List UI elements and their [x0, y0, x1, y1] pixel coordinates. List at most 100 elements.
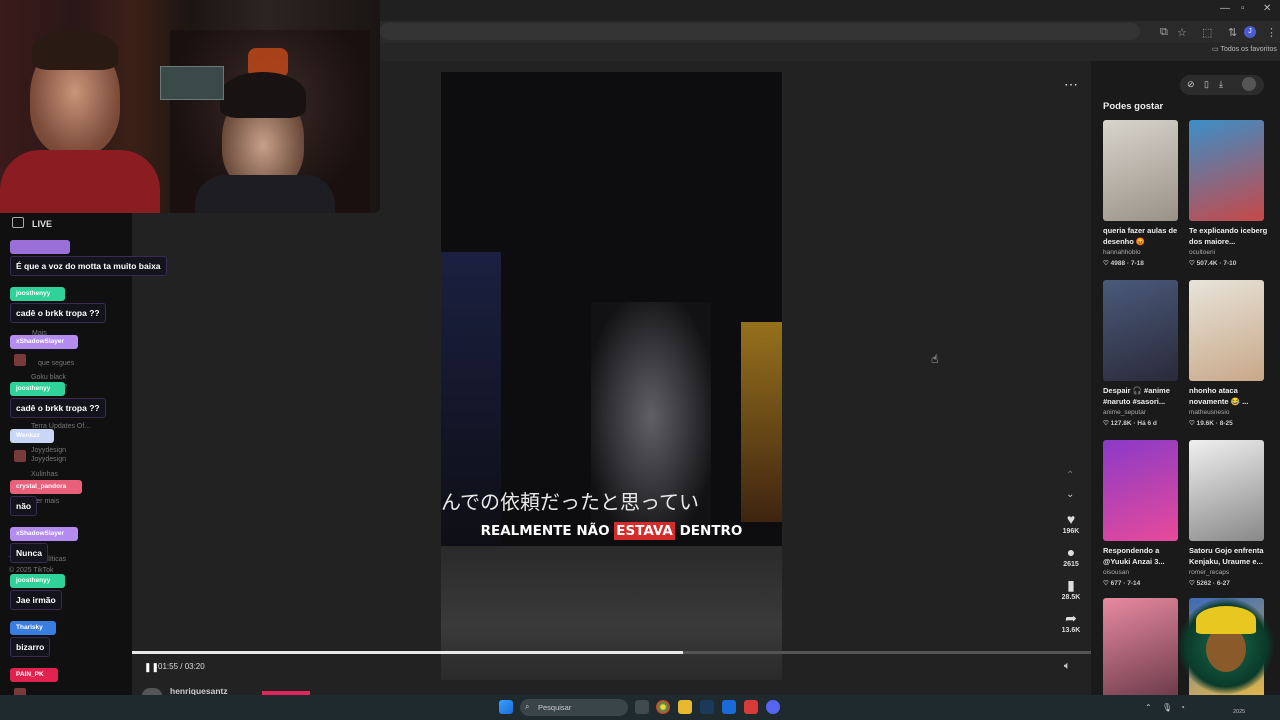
video-author[interactable]: oisousan: [1103, 569, 1129, 576]
chat-avatar: [14, 450, 26, 462]
chat-message: Nunca: [10, 543, 48, 563]
chevron-down-icon[interactable]: ⌄: [1066, 489, 1074, 500]
video-thumbnail[interactable]: [1103, 120, 1178, 221]
microphone-icon[interactable]: 🎙︎: [1162, 703, 1172, 712]
video-author[interactable]: ocultoeni: [1189, 249, 1215, 256]
download-icon[interactable]: ⤓: [1219, 79, 1223, 90]
share-icon: ➦: [1065, 610, 1077, 626]
bookmark-action[interactable]: ▮ 28.5K: [1056, 577, 1086, 602]
obs-icon[interactable]: [744, 700, 758, 714]
chevron-up-tray-icon[interactable]: ⌃: [1145, 703, 1152, 712]
video-thumbnail[interactable]: [1189, 440, 1264, 541]
video-thumbnail[interactable]: [1103, 440, 1178, 541]
chat-username: crystal_pandora: [10, 480, 82, 494]
webcam-overlay: [0, 0, 380, 213]
video-thumbnail[interactable]: [1189, 280, 1264, 381]
sidebar-item[interactable]: Goku black: [31, 374, 66, 381]
heart-action[interactable]: ♥ 196K: [1056, 511, 1086, 536]
video-player[interactable]: [441, 72, 782, 680]
subtitle-japanese: んでの依頼だったと思ってい: [441, 492, 699, 514]
network-icon[interactable]: ◔: [1180, 703, 1185, 712]
downloads-icon[interactable]: ⇅: [1228, 26, 1237, 39]
chrome-icon[interactable]: [656, 700, 670, 714]
pause-icon[interactable]: ❚❚: [144, 662, 159, 673]
chat-username: joosthenyy: [10, 382, 65, 396]
chat-username: joosthenyy: [10, 574, 65, 588]
heart-icon: ♥: [1066, 511, 1076, 527]
close-window-icon[interactable]: ✕: [1263, 3, 1271, 14]
bookmark-icon: ▮: [1067, 577, 1075, 593]
action-count: 2615: [1063, 561, 1079, 568]
tab-bar: [380, 0, 1280, 21]
minimize-icon[interactable]: —: [1220, 3, 1230, 14]
address-field[interactable]: [380, 23, 1140, 40]
chat-username: xShadowSlayer: [10, 527, 78, 541]
folder-app-icon[interactable]: [678, 700, 692, 714]
taskbar-search-label: Pesquisar: [538, 703, 572, 712]
bookmarks-folder[interactable]: ▭ Todos os favoritos: [1212, 45, 1277, 53]
live-label[interactable]: LIVE: [32, 219, 52, 229]
video-stats: ♡ 4988 · 7-18: [1103, 260, 1144, 267]
video-thumbnail[interactable]: [1103, 598, 1178, 699]
video-title[interactable]: Satoru Gojo enfrenta Kenjaku, Uraume e..…: [1189, 545, 1269, 567]
video-title[interactable]: nhonho ataca novamente 😂 ...: [1189, 385, 1269, 407]
video-author[interactable]: matheusnesio: [1189, 409, 1229, 416]
cast-icon[interactable]: ⧉: [1160, 26, 1168, 39]
video-title[interactable]: Despair 🎧 #anime #naruto #sasori...: [1103, 385, 1183, 407]
sidebar-item[interactable]: Joyydesign: [31, 447, 66, 454]
steam-icon[interactable]: [700, 700, 714, 714]
share-action[interactable]: ➦ 13.6K: [1056, 610, 1086, 635]
app-icon[interactable]: [722, 700, 736, 714]
sidebar-item[interactable]: © 2025 TikTok: [9, 567, 53, 574]
search-icon: ⌕: [525, 702, 530, 711]
profile-avatar[interactable]: J: [1244, 26, 1256, 38]
watermark-logo: [1178, 598, 1274, 694]
mobile-icon[interactable]: ▯: [1204, 79, 1209, 90]
extensions-icon[interactable]: ⬚: [1202, 26, 1212, 39]
star-icon[interactable]: ☆: [1177, 26, 1187, 39]
menu-kebab-icon[interactable]: ⋮: [1266, 26, 1277, 39]
hand-cursor-icon: ☝︎: [931, 352, 939, 366]
action-count: 196K: [1062, 528, 1080, 535]
video-title[interactable]: queria fazer aulas de desenho 😡: [1103, 225, 1183, 247]
video-thumbnail[interactable]: [1103, 280, 1178, 381]
comment-icon: ●: [1066, 544, 1076, 560]
sidebar-item[interactable]: Xulinhas: [31, 471, 58, 478]
video-stats: ♡ 677 · 7-14: [1103, 580, 1141, 587]
user-avatar[interactable]: [1242, 77, 1256, 91]
chat-username: PAIN_PK: [10, 668, 58, 682]
video-author[interactable]: hannahhoblo: [1103, 249, 1141, 256]
chat-message: cadê o brkk tropa ??: [10, 398, 106, 418]
chat-username: xShadowSlayer: [10, 335, 78, 349]
chat-message: cadê o brkk tropa ??: [10, 303, 106, 323]
action-count: 28.5K: [1061, 594, 1081, 601]
video-title[interactable]: Respondendo a @Yuuki Anzai 3...: [1103, 545, 1183, 567]
video-author[interactable]: anime_seputar: [1103, 409, 1146, 416]
comment-action[interactable]: ● 2615: [1056, 544, 1086, 569]
video-stats: ♡ 19.6K · 8-25: [1189, 420, 1233, 427]
more-horizontal-icon[interactable]: ⋯: [1064, 76, 1078, 93]
chat-message: não: [10, 496, 38, 516]
chevron-up-icon[interactable]: ⌃: [1066, 470, 1074, 481]
video-title[interactable]: Te explicando iceberg dos maiore...: [1189, 225, 1269, 247]
taskbar-search[interactable]: Pesquisar: [520, 699, 628, 716]
chat-username: joosthenyy: [10, 287, 65, 301]
sidebar-item[interactable]: Joyydesign: [31, 456, 66, 463]
sidebar-item[interactable]: que segues: [38, 360, 74, 367]
chat-message: Jae irmão: [10, 590, 62, 610]
video-author[interactable]: romer_recaps: [1189, 569, 1229, 576]
chat-username: Tharlsky: [10, 621, 56, 635]
volume-icon[interactable]: 🔈︎: [1064, 660, 1071, 673]
subtitle-text: REALMENTE NÃO: [480, 523, 615, 539]
progress-fill: [132, 651, 684, 654]
compass-icon[interactable]: ⊘: [1187, 79, 1195, 90]
chat-username: Wenkzz: [10, 429, 54, 443]
video-thumbnail[interactable]: [1189, 120, 1264, 221]
discord-icon[interactable]: [766, 700, 780, 714]
time-display: 01:55 / 03:20: [158, 662, 205, 671]
task-view-icon[interactable]: [635, 700, 649, 714]
windows-start-icon[interactable]: [499, 700, 513, 714]
maximize-icon[interactable]: ▫: [1241, 3, 1245, 14]
recommendations-title: Podes gostar: [1103, 101, 1164, 112]
chat-username: [10, 240, 70, 254]
